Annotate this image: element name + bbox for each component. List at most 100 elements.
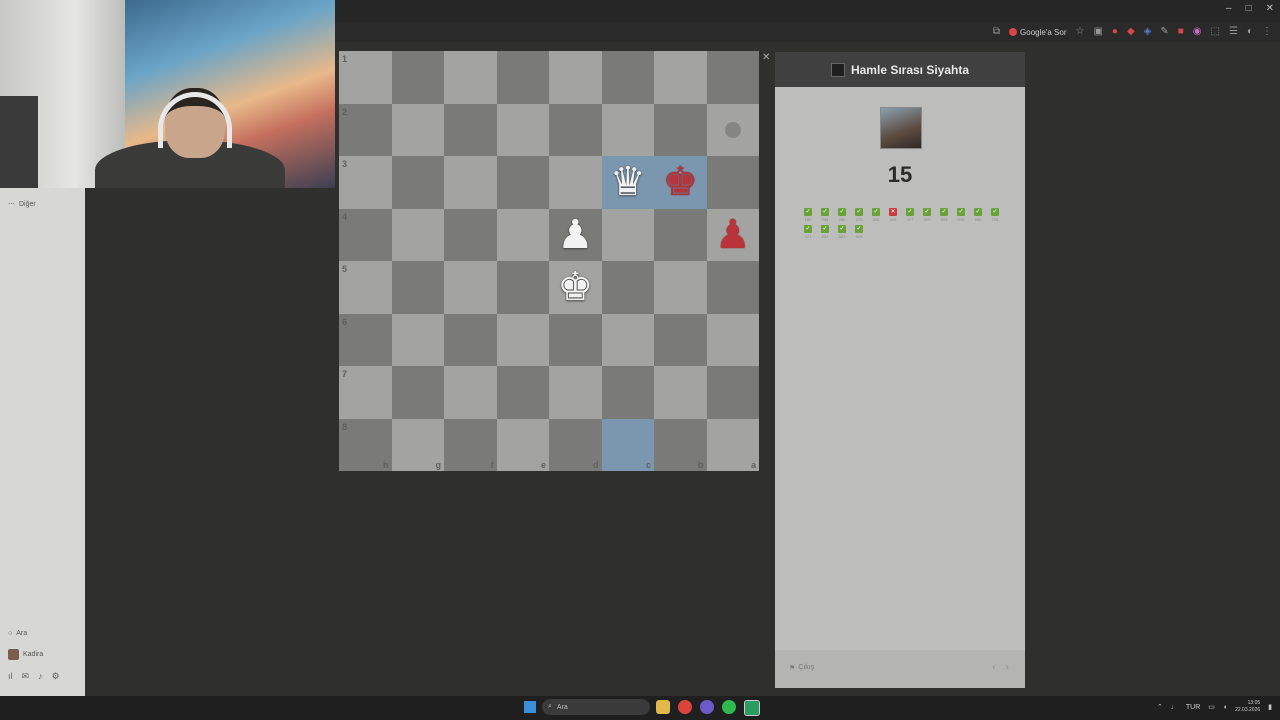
square-e8[interactable]: e bbox=[496, 418, 549, 471]
black-pawn-icon[interactable]: ♟ bbox=[707, 209, 760, 262]
chevron-up-icon[interactable]: ⌃ bbox=[1157, 703, 1163, 711]
sidebar-profile[interactable]: Kadira bbox=[8, 649, 43, 660]
square-f6[interactable] bbox=[444, 313, 497, 366]
square-b3[interactable]: ♚ bbox=[654, 156, 707, 209]
next-button[interactable]: › bbox=[1006, 662, 1009, 673]
menu-icon[interactable]: ☰ bbox=[1229, 26, 1238, 38]
chrome-icon[interactable] bbox=[678, 700, 692, 714]
square-d2[interactable] bbox=[549, 103, 602, 156]
square-d5[interactable]: ♚ bbox=[549, 261, 602, 314]
extension-icon-2[interactable]: ◆ bbox=[1127, 26, 1135, 38]
stats-icon[interactable]: ıl bbox=[8, 671, 13, 682]
exit-button[interactable]: ⚑ Çıkış bbox=[789, 664, 814, 672]
square-b5[interactable] bbox=[654, 261, 707, 314]
square-f3[interactable] bbox=[444, 156, 497, 209]
windows-start-icon[interactable] bbox=[524, 701, 536, 713]
square-c6[interactable] bbox=[601, 313, 654, 366]
square-e5[interactable] bbox=[496, 261, 549, 314]
square-h4[interactable]: 4 bbox=[339, 208, 392, 261]
white-pawn-icon[interactable]: ♟ bbox=[549, 209, 602, 262]
result-item[interactable]: ✓ 725 bbox=[990, 208, 1000, 222]
spotify-icon[interactable] bbox=[722, 700, 736, 714]
black-king-icon[interactable]: ♚ bbox=[654, 156, 707, 209]
result-item[interactable]: ✓ 244 bbox=[820, 208, 830, 222]
square-d7[interactable] bbox=[549, 366, 602, 419]
gear-icon[interactable]: ⚙ bbox=[52, 671, 60, 682]
square-h5[interactable]: 5 bbox=[339, 261, 392, 314]
square-c4[interactable] bbox=[601, 208, 654, 261]
square-h6[interactable]: 6 bbox=[339, 313, 392, 366]
square-a1[interactable] bbox=[706, 51, 759, 104]
volume-icon[interactable]: ◖ bbox=[1223, 704, 1227, 711]
extension-icon-4[interactable]: ✎ bbox=[1160, 26, 1168, 38]
extension-icon-5[interactable]: ■ bbox=[1178, 26, 1184, 38]
extension-icon[interactable]: ▣ bbox=[1093, 26, 1102, 38]
square-h7[interactable]: 7 bbox=[339, 366, 392, 419]
extension-icon-6[interactable]: ◉ bbox=[1193, 26, 1202, 38]
square-d8[interactable]: d bbox=[549, 418, 602, 471]
square-e4[interactable] bbox=[496, 208, 549, 261]
bell-icon[interactable]: ♪ bbox=[38, 671, 43, 682]
square-b7[interactable] bbox=[654, 366, 707, 419]
taskbar-search[interactable]: ⌕ Ara bbox=[542, 699, 650, 715]
square-h8[interactable]: 8h bbox=[339, 418, 392, 471]
square-f8[interactable]: f bbox=[444, 418, 497, 471]
move-hint-dot[interactable] bbox=[724, 121, 741, 138]
result-item[interactable]: ✓ 905 bbox=[854, 225, 864, 239]
square-c2[interactable] bbox=[601, 103, 654, 156]
puzzle-icon[interactable]: ⬚ bbox=[1211, 26, 1220, 38]
square-h1[interactable]: 1 bbox=[339, 51, 392, 104]
square-b6[interactable] bbox=[654, 313, 707, 366]
square-e1[interactable] bbox=[496, 51, 549, 104]
square-d3[interactable] bbox=[549, 156, 602, 209]
square-g3[interactable] bbox=[391, 156, 444, 209]
square-d6[interactable] bbox=[549, 313, 602, 366]
square-f4[interactable] bbox=[444, 208, 497, 261]
clock[interactable]: 13:05 22.03.2026 bbox=[1235, 700, 1260, 714]
square-a7[interactable] bbox=[706, 366, 759, 419]
network-icon[interactable]: ▭ bbox=[1208, 703, 1215, 711]
prev-button[interactable]: ‹ bbox=[992, 662, 995, 673]
square-e6[interactable] bbox=[496, 313, 549, 366]
obs-icon[interactable] bbox=[744, 700, 760, 716]
result-item[interactable]: ✓ 525 bbox=[922, 208, 932, 222]
square-c5[interactable] bbox=[601, 261, 654, 314]
google-ask-button[interactable]: Google'a Sor bbox=[1009, 28, 1066, 37]
square-c7[interactable] bbox=[601, 366, 654, 419]
square-g5[interactable] bbox=[391, 261, 444, 314]
square-f7[interactable] bbox=[444, 366, 497, 419]
sidebar-search[interactable]: ○ Ara bbox=[8, 630, 27, 637]
result-item[interactable]: ✓ 300 bbox=[871, 208, 881, 222]
result-item[interactable]: ✓ 626 bbox=[956, 208, 966, 222]
result-item[interactable]: ✕ 409 bbox=[888, 208, 898, 222]
square-e7[interactable] bbox=[496, 366, 549, 419]
minimize-button[interactable]: – bbox=[1226, 3, 1232, 14]
install-icon[interactable]: ⧉ bbox=[993, 26, 1000, 38]
square-g7[interactable] bbox=[391, 366, 444, 419]
square-a5[interactable] bbox=[706, 261, 759, 314]
square-a4[interactable]: ♟ bbox=[706, 208, 760, 262]
more-icon[interactable]: ⋮ bbox=[1262, 26, 1272, 38]
square-d1[interactable] bbox=[549, 51, 602, 104]
discord-icon[interactable] bbox=[700, 700, 714, 714]
square-e3[interactable] bbox=[496, 156, 549, 209]
square-c8[interactable]: c bbox=[601, 418, 654, 471]
result-item[interactable]: ✓ 777 bbox=[803, 225, 813, 239]
square-g6[interactable] bbox=[391, 313, 444, 366]
result-item[interactable]: ✓ 881 bbox=[837, 225, 847, 239]
square-d4[interactable]: ♟ bbox=[549, 208, 602, 262]
white-queen-icon[interactable]: ♛ bbox=[602, 156, 655, 209]
maximize-button[interactable]: □ bbox=[1246, 3, 1252, 14]
result-item[interactable]: ✓ 260 bbox=[837, 208, 847, 222]
square-a3[interactable] bbox=[706, 156, 759, 209]
square-a8[interactable]: a bbox=[706, 418, 759, 471]
square-a6[interactable] bbox=[706, 313, 759, 366]
result-item[interactable]: ✓ 554 bbox=[939, 208, 949, 222]
square-c3[interactable]: ♛ bbox=[601, 156, 655, 209]
square-b4[interactable] bbox=[654, 208, 707, 261]
square-b2[interactable] bbox=[654, 103, 707, 156]
notification-icon[interactable]: ▮ bbox=[1268, 703, 1272, 711]
extension-icon-3[interactable]: ◈ bbox=[1144, 26, 1152, 38]
result-item[interactable]: ✓ 666 bbox=[973, 208, 983, 222]
more-menu[interactable]: ⋯ Diğer bbox=[8, 200, 36, 209]
